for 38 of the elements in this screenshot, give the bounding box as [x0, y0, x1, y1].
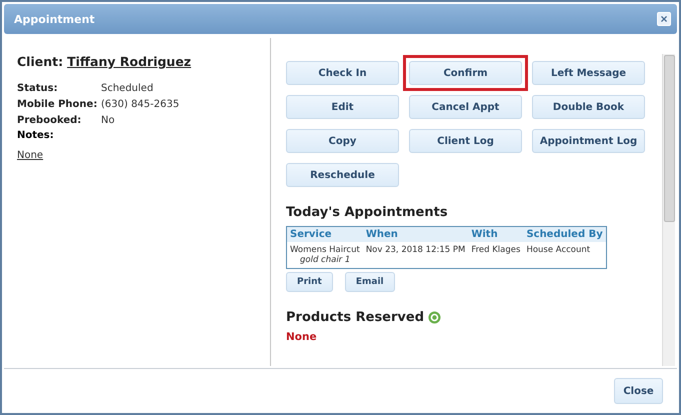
- action-button[interactable]: Cancel Appt: [409, 95, 522, 119]
- client-label: Client:: [17, 54, 64, 69]
- detail-label: Mobile Phone:: [17, 98, 98, 112]
- table-action-button[interactable]: Print: [286, 272, 333, 292]
- column-header: Service: [286, 226, 363, 242]
- detail-value: Scheduled: [101, 82, 154, 96]
- products-none: None: [286, 331, 318, 343]
- section-heading: Products Reserved: [286, 310, 424, 325]
- close-icon[interactable]: ×: [657, 12, 671, 26]
- action-button[interactable]: Appointment Log: [532, 129, 645, 153]
- client-name-link[interactable]: Tiffany Rodriguez: [67, 54, 192, 69]
- column-header: When: [362, 226, 468, 242]
- scrollbar[interactable]: [662, 54, 675, 366]
- table-cell: Nov 23, 2018 12:15 PM: [362, 242, 468, 268]
- table-cell: House Account: [523, 242, 606, 268]
- action-button[interactable]: Confirm: [409, 61, 522, 85]
- notes-link[interactable]: None: [17, 150, 44, 161]
- table-cell: Fred Klages: [468, 242, 524, 268]
- action-button[interactable]: Left Message: [532, 61, 645, 85]
- action-button[interactable]: Reschedule: [286, 163, 399, 187]
- action-button[interactable]: Check In: [286, 61, 399, 85]
- notes-label: Notes:: [17, 129, 55, 143]
- column-header: With: [468, 226, 524, 242]
- detail-value: (630) 845-2635: [101, 98, 180, 112]
- detail-value: No: [101, 114, 116, 128]
- add-icon[interactable]: [428, 311, 442, 324]
- action-button[interactable]: Double Book: [532, 95, 645, 119]
- action-button[interactable]: Edit: [286, 95, 399, 119]
- close-button[interactable]: Close: [614, 378, 663, 404]
- table-cell: Womens Haircut gold chair 1: [286, 242, 363, 268]
- table-action-button[interactable]: Email: [344, 272, 395, 292]
- window-title: Appointment: [14, 12, 95, 26]
- detail-label: Prebooked:: [17, 114, 82, 128]
- section-heading: Today's Appointments: [286, 205, 448, 220]
- action-button[interactable]: Copy: [286, 129, 399, 153]
- action-button[interactable]: Client Log: [409, 129, 522, 153]
- column-header: Scheduled By: [523, 226, 606, 242]
- detail-label: Status:: [17, 82, 59, 96]
